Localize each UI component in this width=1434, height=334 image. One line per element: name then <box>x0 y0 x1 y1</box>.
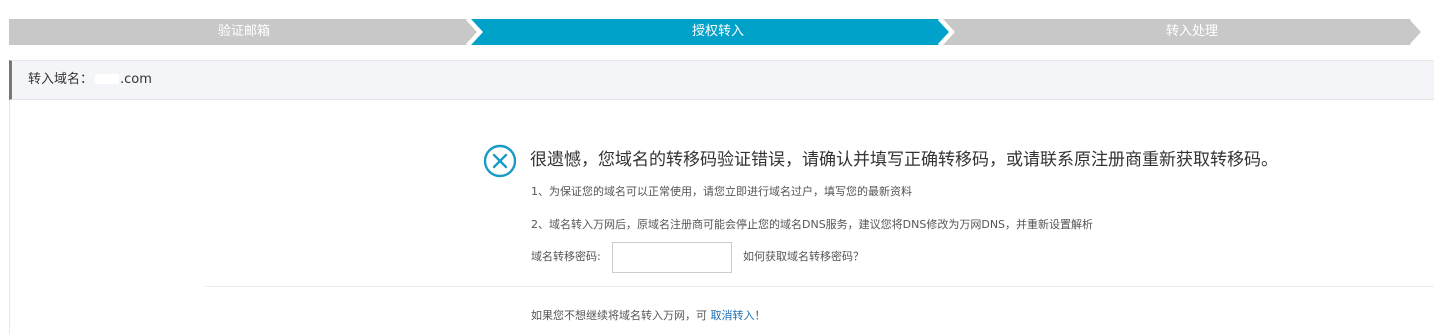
x-circle-icon <box>483 144 517 178</box>
domain-header: 转入域名： .com <box>9 60 1434 100</box>
domain-label: 转入域名： <box>28 72 94 87</box>
main-content: 很遗憾，您域名的转移码验证错误，请确认并填写正确转移码，或请联系原注册商重新获取… <box>9 100 1434 334</box>
how-to-get-code-link[interactable]: 如何获取域名转移密码？ <box>743 249 864 265</box>
divider <box>205 286 1434 287</box>
cancel-note-prefix: 如果您不想继续将域名转入万网，可 <box>531 309 711 322</box>
step-label-transfer-processing: 转入处理 <box>1165 24 1218 39</box>
domain-suffix: .com <box>120 72 152 87</box>
tip-dns-service: 2、域名转入万网后，原域名注册商可能会停止您的域名DNS服务，建议您将DNS修改… <box>531 218 1094 231</box>
error-headline: 很遗憾，您域名的转移码验证错误，请确认并填写正确转移码，或请联系原注册商重新获取… <box>530 150 1278 170</box>
cancel-transfer-link[interactable]: 取消转入 <box>711 309 755 322</box>
masked-domain-name <box>95 73 120 84</box>
step-label-authorize-transfer: 授权转入 <box>691 24 744 39</box>
domain-info: 转入域名： .com <box>28 61 152 99</box>
step-label-verify-email: 验证邮箱 <box>217 24 270 39</box>
cancel-transfer-note: 如果您不想继续将域名转入万网，可 取消转入！ <box>531 308 766 324</box>
transfer-code-label: 域名转移密码: <box>531 250 601 263</box>
tip-transfer-ownership: 1、为保证您的域名可以正常使用，请您立即进行域名过户，填写您的最新资料 <box>531 185 912 198</box>
step-progress-bar: 验证邮箱 授权转入 转入处理 <box>9 19 1434 45</box>
transfer-code-input[interactable] <box>612 242 732 273</box>
cancel-note-suffix: ！ <box>754 309 766 322</box>
